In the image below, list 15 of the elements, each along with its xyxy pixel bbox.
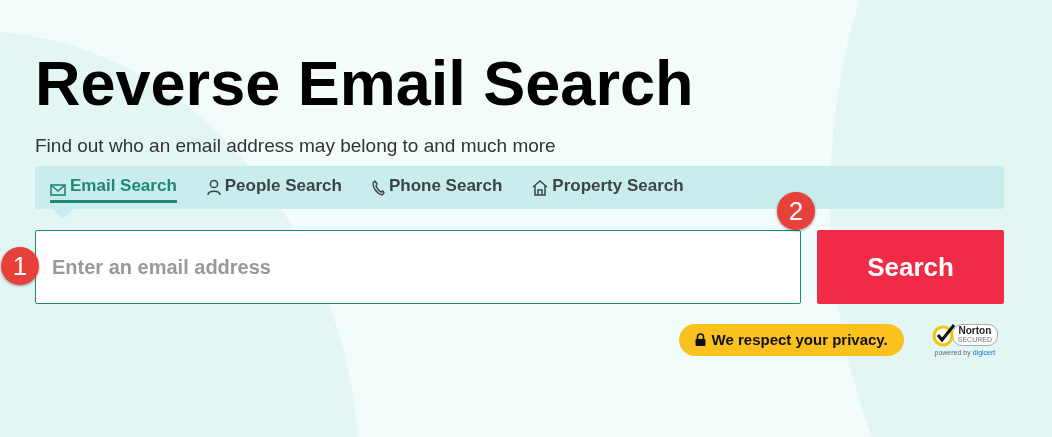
lock-icon	[694, 333, 706, 346]
email-input[interactable]: Enter an email address	[35, 230, 801, 304]
person-icon	[206, 179, 221, 196]
search-button[interactable]: Search	[817, 230, 1004, 304]
search-tab[interactable]: Property Search	[532, 172, 684, 203]
search-tab[interactable]: People Search	[206, 172, 342, 203]
search-tab[interactable]: Phone Search	[371, 172, 503, 203]
phone-icon	[371, 180, 385, 196]
number-marker: 2	[777, 192, 815, 230]
privacy-badge: We respect your privacy.	[678, 323, 904, 356]
email-icon	[50, 184, 66, 196]
seal-name: Norton	[958, 326, 992, 335]
page-subtitle: Find out who an email address may belong to and much more	[35, 134, 557, 158]
page-title: Reverse Email Search	[35, 47, 695, 120]
house-icon	[532, 180, 549, 196]
